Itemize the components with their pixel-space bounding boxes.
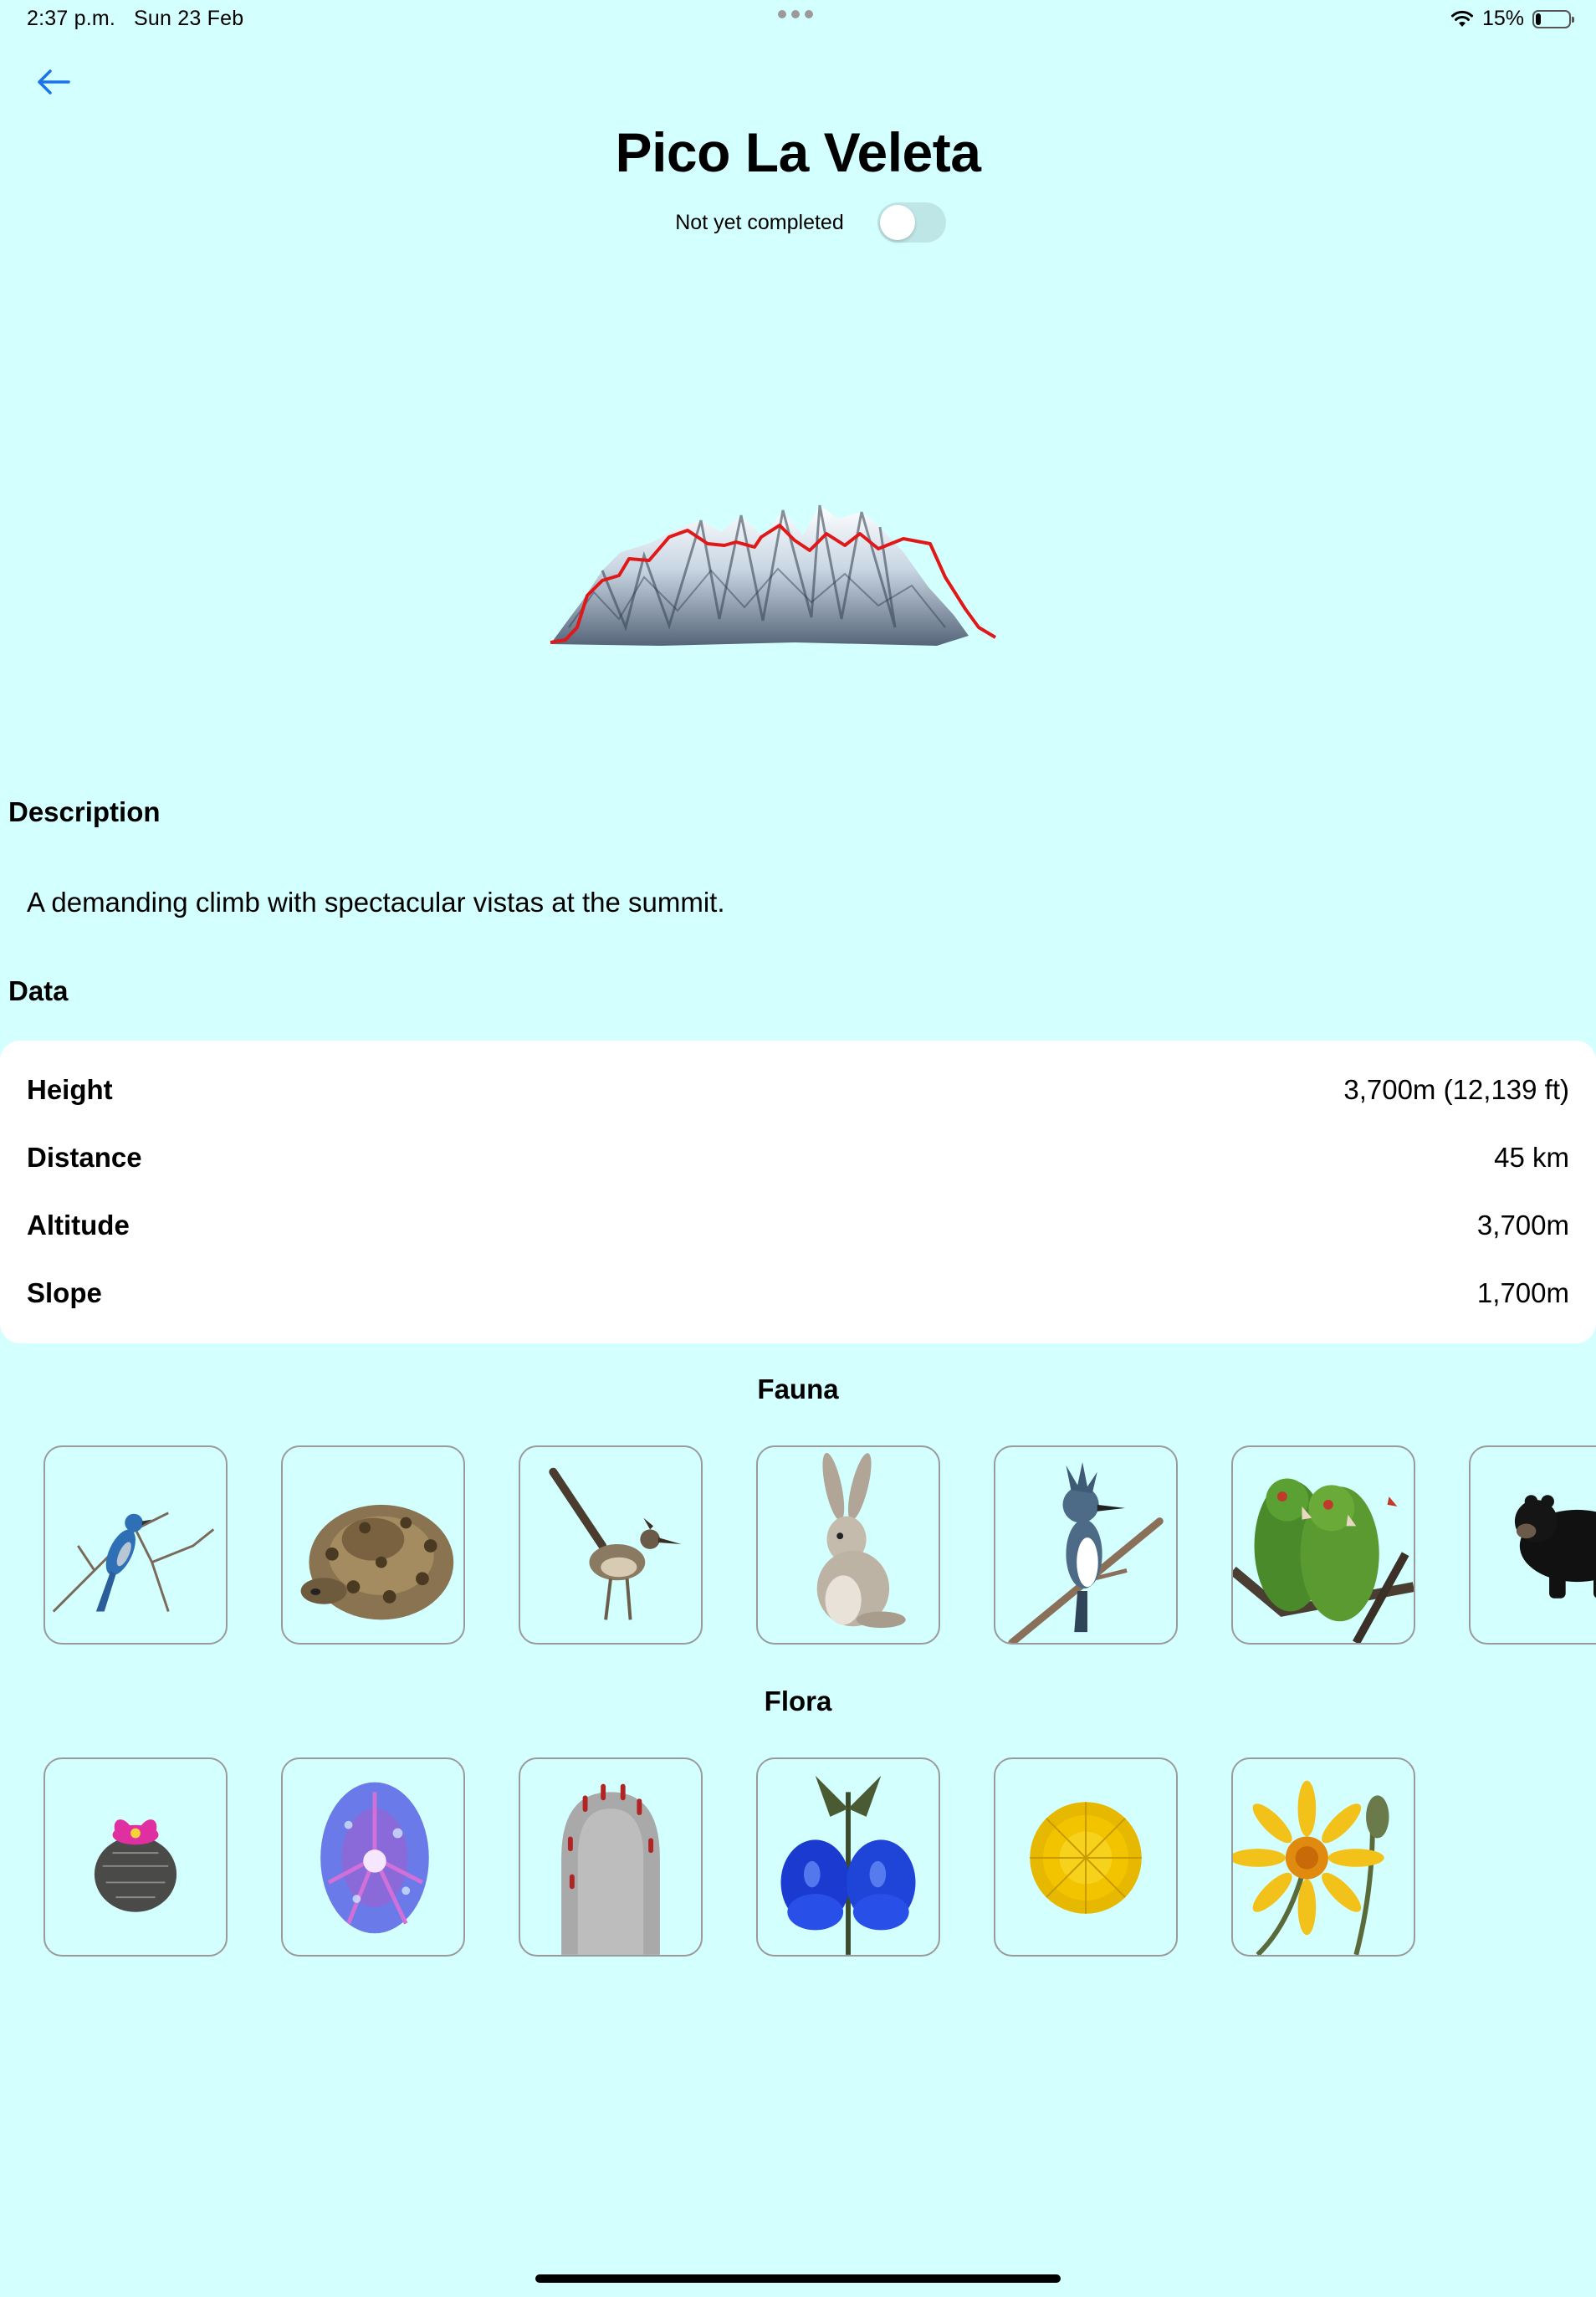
flora-tile-morning-glory[interactable] — [281, 1757, 465, 1957]
completed-row: Not yet completed — [0, 202, 1596, 243]
black-bear-image — [1514, 1495, 1596, 1599]
wifi-icon — [1450, 10, 1473, 27]
altitude-label: Altitude — [27, 1210, 130, 1241]
roadrunner-image — [549, 1467, 682, 1620]
toggle-knob — [879, 205, 915, 240]
slope-label: Slope — [27, 1277, 102, 1308]
status-bar-left: 2:37 p.m. Sun 23 Feb — [27, 7, 243, 31]
back-button[interactable] — [30, 60, 77, 104]
jackrabbit-image — [816, 1452, 906, 1629]
height-label: Height — [27, 1074, 113, 1105]
page-title: Pico La Veleta — [615, 121, 981, 183]
blue-jay-image — [52, 1512, 215, 1613]
flora-tile-dandelion[interactable] — [994, 1757, 1178, 1957]
home-indicator[interactable] — [535, 2274, 1061, 2283]
data-row-distance: Distance 45 km — [27, 1142, 1569, 1174]
flora-tile-cactus-pink-flower[interactable] — [43, 1757, 228, 1957]
data-row-slope: Slope 1,700m — [27, 1277, 1569, 1309]
fauna-tile-black-bear[interactable] — [1469, 1445, 1596, 1645]
altitude-value: 3,700m — [1476, 1210, 1569, 1241]
flora-tile-blue-sage[interactable] — [756, 1757, 940, 1957]
completed-toggle[interactable] — [877, 202, 946, 243]
sunflower-image — [1233, 1780, 1389, 1955]
blue-sage-image — [780, 1775, 916, 1955]
fauna-tile-jackrabbit[interactable] — [756, 1445, 940, 1645]
multitasking-dots-icon[interactable] — [778, 10, 813, 18]
status-date: Sun 23 Feb — [134, 7, 244, 30]
fauna-tile-parrots[interactable] — [1231, 1445, 1415, 1645]
battery-level — [1536, 13, 1541, 25]
fauna-tile-roadrunner[interactable] — [519, 1445, 703, 1645]
distance-label: Distance — [27, 1142, 142, 1173]
mountain-profile-image — [544, 494, 1046, 652]
fauna-tile-rattlesnake[interactable] — [281, 1445, 465, 1645]
dandelion-image — [1030, 1802, 1142, 1914]
flora-tile-pincushion-cactus[interactable] — [519, 1757, 703, 1957]
slope-value: 1,700m — [1476, 1277, 1569, 1308]
flora-heading: Flora — [764, 1686, 832, 1716]
description-text: A demanding climb with spectacular vista… — [27, 887, 725, 918]
completed-label: Not yet completed — [675, 210, 844, 234]
rattlesnake-image — [300, 1504, 454, 1620]
battery-icon — [1532, 9, 1574, 28]
description-heading: Description — [8, 796, 161, 827]
battery-percent: 15% — [1481, 7, 1524, 30]
fauna-tile-blue-jay[interactable] — [43, 1445, 228, 1645]
data-row-height: Height 3,700m (12,139 ft) — [27, 1074, 1569, 1106]
data-card: Height 3,700m (12,139 ft) Distance 45 km… — [0, 1041, 1596, 1343]
fauna-heading: Fauna — [757, 1374, 839, 1404]
height-value: 3,700m (12,139 ft) — [1343, 1074, 1569, 1105]
status-bar-right: 15% — [1450, 7, 1574, 31]
cactus-pink-flower-image — [94, 1819, 177, 1912]
data-row-altitude: Altitude 3,700m — [27, 1210, 1569, 1241]
arrow-left-icon — [38, 69, 70, 95]
fauna-tile-kingfisher[interactable] — [994, 1445, 1178, 1645]
parrots-image — [1233, 1478, 1414, 1643]
pincushion-cactus-image — [561, 1783, 660, 1955]
distance-value: 45 km — [1494, 1142, 1569, 1173]
kingfisher-image — [1008, 1461, 1164, 1643]
status-time: 2:37 p.m. — [27, 7, 116, 30]
morning-glory-image — [320, 1782, 429, 1934]
flora-tile-sunflower[interactable] — [1231, 1757, 1415, 1957]
data-heading: Data — [8, 975, 69, 1006]
